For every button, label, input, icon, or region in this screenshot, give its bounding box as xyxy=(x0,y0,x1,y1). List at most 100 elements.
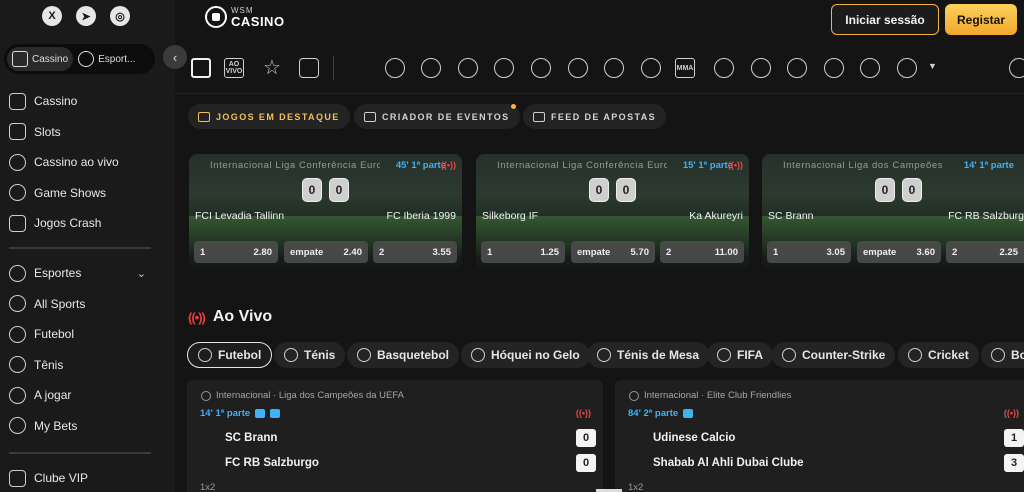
sidebar-item-vip[interactable]: Clube VIP xyxy=(0,463,160,492)
baseball-bat-icon[interactable] xyxy=(787,58,807,78)
sports-icon xyxy=(9,264,26,282)
sidebar-item-label: Esportes xyxy=(34,266,82,281)
odd-button-draw[interactable]: empate 2.40 xyxy=(284,241,368,263)
tennis-icon[interactable] xyxy=(385,58,405,78)
next-sport-icon[interactable] xyxy=(1009,58,1024,78)
home-team: Udinese Calcio xyxy=(653,432,736,444)
match-league-text: Internacional · Elite Club Friendlies xyxy=(644,390,792,401)
away-score: 0 xyxy=(576,454,596,472)
switch-sports[interactable]: Esport... xyxy=(73,47,140,71)
mma-icon[interactable]: MMA xyxy=(675,58,695,78)
more-sports-icon[interactable] xyxy=(897,58,917,78)
tab-bets-feed[interactable]: FEED DE APOSTAS xyxy=(523,104,667,129)
ice-hockey-icon[interactable] xyxy=(458,58,478,78)
sport-filter-basketball[interactable]: Basquetebol xyxy=(347,342,460,368)
live-match-panel[interactable]: Internacional · Elite Club Friendlies 84… xyxy=(615,380,1024,492)
live-title-text: Ao Vivo xyxy=(212,308,273,325)
sports-bar: AO VIVO ☆ MMA ▼ xyxy=(175,44,1024,94)
odd-button-away[interactable]: 2 3.55 xyxy=(373,241,457,263)
odd-button-home[interactable]: 1 1.25 xyxy=(481,241,565,263)
away-team: Ka Akureyri xyxy=(689,210,743,222)
logo[interactable]: WSM CASINO xyxy=(205,6,285,28)
live-tag-icon[interactable]: AO VIVO xyxy=(224,58,244,78)
chevron-down-icon[interactable]: ▼ xyxy=(928,61,937,71)
sport-filter-fifa[interactable]: FIFA xyxy=(707,342,773,368)
login-button[interactable]: Iniciar sessão xyxy=(831,4,939,35)
odd-value: 3.60 xyxy=(916,246,936,258)
tab-featured-games[interactable]: JOGOS EM DESTAQUE xyxy=(188,104,350,129)
sidebar-item-my-bets[interactable]: My Bets xyxy=(0,411,160,442)
sidebar-item-tennis[interactable]: Tênis xyxy=(0,350,160,381)
featured-match-card[interactable]: Internacional Liga Conferência Euro 15' … xyxy=(476,154,749,269)
sidebar-item-crash-games[interactable]: Jogos Crash xyxy=(0,208,160,239)
odd-label: 2 xyxy=(666,246,672,258)
sidebar-item-slots[interactable]: Slots xyxy=(0,117,160,148)
odd-value: 3.55 xyxy=(432,246,452,258)
chip-label: Hóquei no Gelo xyxy=(491,348,580,362)
horse-racing-icon[interactable] xyxy=(604,58,624,78)
sidebar-item-live-casino[interactable]: Cassino ao vivo xyxy=(0,147,160,178)
odd-button-home[interactable]: 1 3.05 xyxy=(767,241,851,263)
odd-value: 2.80 xyxy=(253,246,273,258)
chip-label: FIFA xyxy=(737,348,763,362)
live-signal-icon: ((•)) xyxy=(440,160,456,170)
featured-match-card[interactable]: Internacional Liga dos Campeões 14' 1ª p… xyxy=(762,154,1024,269)
betslip-icon[interactable] xyxy=(299,58,319,78)
sidebar-item-all-sports[interactable]: All Sports xyxy=(0,289,160,320)
odd-value: 11.00 xyxy=(714,246,738,258)
odd-value: 1.25 xyxy=(540,246,560,258)
star-icon[interactable]: ☆ xyxy=(262,58,282,78)
slots-icon xyxy=(9,123,26,141)
rugby-icon[interactable] xyxy=(860,58,880,78)
live-match-panel[interactable]: Internacional · Liga dos Campeões da UEF… xyxy=(187,380,603,492)
ticket-icon[interactable] xyxy=(714,58,734,78)
switch-casino[interactable]: Cassino xyxy=(7,47,74,71)
sport-filter-football[interactable]: Futebol xyxy=(187,342,273,368)
tab-event-builder[interactable]: CRIADOR DE EVENTOS xyxy=(354,104,520,129)
sport-filter-cricket[interactable]: Cricket xyxy=(898,342,979,368)
chevron-down-icon[interactable]: ⌄ xyxy=(137,267,146,280)
feed-icon xyxy=(533,111,545,122)
sport-filter-tennis[interactable]: Ténis xyxy=(274,342,346,368)
featured-icon xyxy=(198,111,210,122)
match-league: Internacional Liga dos Campeões xyxy=(783,160,944,171)
instagram-icon[interactable]: ◎ xyxy=(110,6,130,26)
casino-sports-switch: Cassino Esport... xyxy=(4,44,155,74)
collapse-sidebar-button[interactable]: ‹ xyxy=(163,45,187,69)
casino-icon xyxy=(12,51,28,67)
darts-icon[interactable] xyxy=(751,58,771,78)
sidebar-item-casino[interactable]: Cassino xyxy=(0,86,160,117)
logo-text: WSM CASINO xyxy=(231,6,285,28)
sidebar-item-sports[interactable]: Esportes ⌄ xyxy=(0,258,160,289)
sidebar-item-label: Slots xyxy=(34,124,61,139)
table-tennis-icon[interactable] xyxy=(494,58,514,78)
match-status: 14' 1ª parte xyxy=(200,408,281,419)
sport-filter-counter-strike[interactable]: Counter-Strike xyxy=(772,342,896,368)
volleyball-icon[interactable] xyxy=(824,58,844,78)
sidebar-item-live[interactable]: A jogar xyxy=(0,380,160,411)
register-button[interactable]: Registar xyxy=(945,4,1017,35)
odd-button-draw[interactable]: empate 5.70 xyxy=(571,241,655,263)
featured-match-card[interactable]: Internacional Liga Conferência Euro 45' … xyxy=(189,154,462,269)
sidebar-item-football[interactable]: Futebol xyxy=(0,319,160,350)
odd-button-away[interactable]: 2 11.00 xyxy=(660,241,744,263)
sidebar-item-game-shows[interactable]: Game Shows xyxy=(0,178,160,209)
telegram-icon[interactable]: ➤ xyxy=(76,6,96,26)
counter-strike-icon[interactable] xyxy=(568,58,588,78)
sport-filter-ice-hockey[interactable]: Hóquei no Gelo xyxy=(461,342,590,368)
odd-label: 2 xyxy=(379,246,385,258)
away-score: 0 xyxy=(902,178,922,202)
odd-button-home[interactable]: 1 2.80 xyxy=(194,241,278,263)
home-icon[interactable] xyxy=(191,58,211,78)
cricket-icon[interactable] xyxy=(641,58,661,78)
chip-label: Basquetebol xyxy=(377,348,450,362)
sport-filter-table-tennis[interactable]: Ténis de Mesa xyxy=(587,342,710,368)
x-icon[interactable]: X xyxy=(42,6,62,26)
sport-filter-more[interactable]: Bo xyxy=(981,342,1024,368)
odd-button-away[interactable]: 2 2.25 xyxy=(946,241,1024,263)
sports-bar-separator xyxy=(333,56,334,80)
stats-icon xyxy=(683,409,694,418)
basketball-icon[interactable] xyxy=(421,58,441,78)
odd-button-draw[interactable]: empate 3.60 xyxy=(857,241,941,263)
fifa-icon[interactable] xyxy=(531,58,551,78)
